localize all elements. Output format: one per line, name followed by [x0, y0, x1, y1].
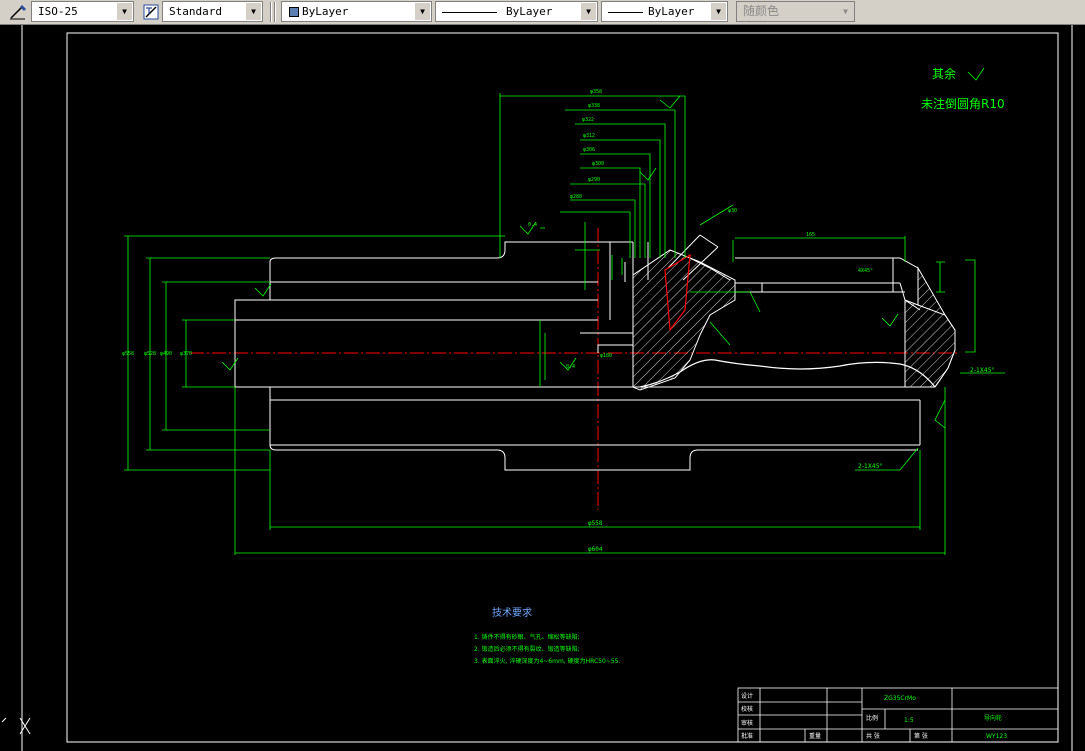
- svg-text:φ528: φ528: [144, 351, 156, 357]
- linetype-control-value: ByLayer: [506, 5, 553, 18]
- chevron-down-icon[interactable]: ▼: [711, 3, 726, 20]
- title-block-drawing-no: WY123: [986, 733, 1007, 740]
- text-style-select[interactable]: Standard ▼: [162, 1, 263, 22]
- svg-text:φ280: φ280: [570, 194, 582, 200]
- text-style-icon[interactable]: [141, 2, 161, 22]
- plot-style-select: 随颜色 ▼: [736, 1, 855, 22]
- drawing-canvas[interactable]: φ358 φ338 φ322 φ312 φ306 φ300 φ290 φ280 0.4 16…: [0, 25, 1085, 751]
- chevron-down-icon: ▼: [838, 3, 853, 20]
- dimension-style-icon[interactable]: [8, 2, 28, 22]
- chevron-down-icon[interactable]: ▼: [246, 3, 261, 20]
- linetype-preview: [442, 12, 497, 13]
- title-block-label-weight: 重量: [809, 732, 821, 740]
- flange-hatch: [904, 266, 956, 388]
- text-style-value: Standard: [169, 5, 222, 18]
- tech-requirement-1: 1. 铸件不得有砂眼、气孔、缩松等缺陷;: [474, 633, 580, 641]
- svg-text:φ558: φ558: [122, 351, 134, 357]
- tech-requirement-2: 2. 锻造后必须不得有裂纹、锻造等缺陷;: [474, 645, 580, 653]
- chamfer-label-bottom: 2-1X45°: [858, 463, 883, 470]
- toolbar-separator: [270, 2, 272, 22]
- title-block-label-approve: 批准: [741, 732, 753, 740]
- svg-text:φ312: φ312: [583, 133, 595, 139]
- title-block-material: ZG35CrMo: [884, 695, 916, 702]
- chamfer-label-top: 2-1X45°: [970, 367, 995, 374]
- title-block-scale-value: 1:5: [904, 717, 914, 724]
- chevron-down-icon[interactable]: ▼: [581, 3, 596, 20]
- lineweight-preview: [608, 12, 643, 13]
- note-fillet: 未注倒圆角R10: [921, 96, 1005, 111]
- svg-text:φ30: φ30: [728, 208, 737, 214]
- dim-label-604: φ604: [588, 546, 603, 553]
- svg-text:φ300: φ300: [592, 161, 604, 167]
- properties-toolbar: ISO-25 ▼ Standard ▼ ByLayer ▼ ByLayer ▼ …: [0, 0, 1085, 25]
- svg-text:165: 165: [806, 232, 815, 238]
- title-block-label-scale: 比例: [866, 714, 878, 722]
- title-block-label-sheet: 第 张: [914, 732, 928, 740]
- dim-label-558: φ558: [588, 520, 603, 527]
- dimension-style-select[interactable]: ISO-25 ▼: [31, 1, 134, 22]
- plot-style-value: 随颜色: [743, 4, 780, 18]
- svg-text:φ338: φ338: [588, 103, 600, 109]
- color-control-value: ByLayer: [302, 5, 349, 18]
- chevron-down-icon[interactable]: ▼: [117, 3, 132, 20]
- lineweight-control-select[interactable]: ByLayer ▼: [601, 1, 728, 22]
- svg-text:φ306: φ306: [583, 147, 595, 153]
- dimension-style-value: ISO-25: [38, 5, 78, 18]
- title-block-part-name: 导向轮: [984, 714, 1002, 722]
- svg-text:0.4: 0.4: [528, 222, 537, 228]
- svg-text:φ322: φ322: [582, 117, 594, 123]
- title-block-label-design: 设计: [741, 692, 753, 700]
- svg-text:4X45°: 4X45°: [858, 268, 873, 274]
- color-swatch-icon: [289, 7, 299, 17]
- color-control-select[interactable]: ByLayer ▼: [281, 1, 432, 22]
- linetype-control-select[interactable]: ByLayer ▼: [435, 1, 598, 22]
- dimension-lines: [124, 67, 1005, 555]
- svg-text:φ180: φ180: [600, 353, 612, 359]
- toolbar-separator: [274, 2, 276, 22]
- title-block-label-review: 审核: [741, 719, 753, 727]
- svg-text:φ290: φ290: [588, 177, 600, 183]
- chevron-down-icon[interactable]: ▼: [415, 3, 430, 20]
- note-rest-finish: 其余: [932, 66, 956, 81]
- title-block-label-check: 校核: [741, 705, 753, 713]
- svg-text:φ490: φ490: [160, 351, 172, 357]
- tech-requirements-title: 技术要求: [492, 606, 532, 619]
- svg-text:0.4: 0.4: [566, 364, 575, 370]
- svg-text:φ370: φ370: [180, 351, 192, 357]
- ucs-icon: [1, 717, 31, 735]
- svg-text:φ358: φ358: [590, 89, 602, 95]
- tech-requirement-3: 3. 表面淬火, 淬硬深度为4~6mm, 硬度为HRC50~55.: [474, 657, 620, 665]
- title-block-label-total: 共 张: [866, 732, 880, 740]
- lineweight-control-value: ByLayer: [648, 5, 695, 18]
